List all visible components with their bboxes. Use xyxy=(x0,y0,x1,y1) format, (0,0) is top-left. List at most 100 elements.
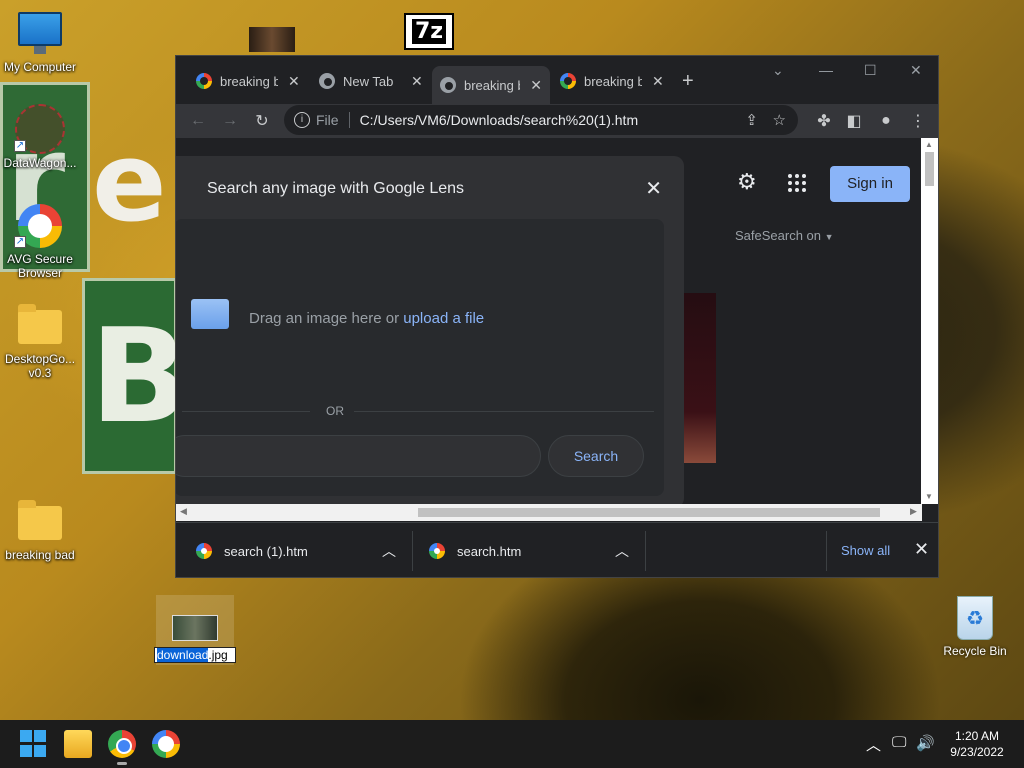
scrollbar-thumb[interactable] xyxy=(418,508,880,517)
desktop-icon-my-computer[interactable]: My Computer xyxy=(0,12,80,74)
settings-gear-icon[interactable]: ⚙ xyxy=(737,171,759,193)
chrome-file-icon xyxy=(196,543,212,559)
rename-selection: download xyxy=(157,648,209,662)
image-link-input[interactable] xyxy=(176,435,541,477)
shortcut-arrow-icon: ↗ xyxy=(14,236,26,248)
desktop-icon-breaking-bad[interactable]: breaking bad xyxy=(0,500,80,562)
image-placeholder-icon xyxy=(191,299,229,329)
scroll-up-icon[interactable]: ▲ xyxy=(925,140,933,149)
upload-file-link[interactable]: upload a file xyxy=(403,310,484,327)
address-scheme: File xyxy=(316,112,350,128)
side-panel-icon[interactable]: ◧ xyxy=(838,111,870,131)
close-icon[interactable]: ✕ xyxy=(652,73,664,90)
download-filename: search.htm xyxy=(457,543,522,559)
share-icon[interactable]: ⇪ xyxy=(745,111,758,129)
tab-3-active[interactable]: breaking b ✕ xyxy=(432,66,550,104)
desktop-icon-datawagon[interactable]: ↗ DataWagon... xyxy=(0,104,80,170)
info-icon[interactable]: i xyxy=(294,112,310,128)
tab-title: breaking b xyxy=(584,73,642,89)
desktop-icon-recycle-bin[interactable]: ♻ Recycle Bin xyxy=(940,596,1010,658)
shortcut-arrow-icon: ↗ xyxy=(14,140,26,152)
monitor-icon xyxy=(18,12,62,54)
forward-button[interactable]: → xyxy=(214,112,246,130)
desktop-icon-7zip[interactable]: 7z xyxy=(404,13,454,50)
safesearch-toggle[interactable]: SafeSearch on ▼ xyxy=(735,228,834,243)
file-explorer-icon[interactable] xyxy=(64,730,92,758)
horizontal-scrollbar[interactable]: ◀ ▶ xyxy=(176,504,922,521)
chrome-icon[interactable] xyxy=(108,730,136,758)
download-bar: search (1).htm ︿ search.htm ︿ Show all ✕ xyxy=(176,522,938,577)
close-icon[interactable]: ✕ xyxy=(914,539,929,560)
back-button[interactable]: ← xyxy=(182,112,214,130)
sign-in-button[interactable]: Sign in xyxy=(830,166,910,202)
address-bar[interactable]: i File C:/Users/VM6/Downloads/search%20(… xyxy=(284,105,798,135)
start-button[interactable] xyxy=(20,730,48,758)
running-indicator xyxy=(117,762,127,765)
chevron-up-icon[interactable]: ︿ xyxy=(615,541,629,561)
menu-icon[interactable]: ⋮ xyxy=(902,111,934,131)
close-icon[interactable]: ✕ xyxy=(411,73,423,90)
scroll-right-icon[interactable]: ▶ xyxy=(910,506,917,517)
tab-title: New Tab xyxy=(343,73,394,89)
tab-2[interactable]: New Tab ✕ xyxy=(311,66,431,96)
or-separator: OR xyxy=(326,404,344,418)
close-icon[interactable]: ✕ xyxy=(645,176,662,201)
tab-search-icon[interactable]: ⌄ xyxy=(772,62,784,79)
bookmark-star-icon[interactable]: ☆ xyxy=(773,111,786,129)
download-item[interactable]: search (1).htm xyxy=(196,523,308,577)
extensions-icon[interactable]: ✤ xyxy=(808,111,840,131)
network-icon[interactable]: 🖵 xyxy=(892,734,906,751)
chrome-icon xyxy=(319,73,335,89)
google-lens-dialog: Search any image with Google Lens ✕ Drag… xyxy=(176,156,684,508)
rename-input[interactable]: download.jpg xyxy=(154,647,236,663)
drag-text: Drag an image here or xyxy=(249,310,404,327)
safesearch-label: SafeSearch on xyxy=(735,228,822,243)
search-button[interactable]: Search xyxy=(548,435,644,477)
download-filename: search (1).htm xyxy=(224,543,308,559)
volume-icon[interactable]: 🔊 xyxy=(916,734,935,752)
download-item[interactable]: search.htm xyxy=(429,523,522,577)
close-icon[interactable]: ✕ xyxy=(288,73,300,90)
avg-browser-icon[interactable] xyxy=(152,730,180,758)
tab-4[interactable]: breaking b ✕ xyxy=(552,66,672,96)
google-icon xyxy=(196,73,212,89)
scroll-down-icon[interactable]: ▼ xyxy=(925,492,933,501)
close-window-button[interactable]: ✕ xyxy=(910,62,922,79)
folder-icon xyxy=(18,500,62,540)
taskbar: ︿ 🖵 🔊 1:20 AM 9/23/2022 xyxy=(0,720,1024,768)
tab-strip: breaking b ✕ New Tab ✕ breaking b ✕ brea… xyxy=(176,56,938,104)
wallpaper-letter-e: e xyxy=(92,118,167,246)
divider xyxy=(645,531,646,571)
divider xyxy=(354,411,654,412)
desktop-icon-label: AVG Secure Browser xyxy=(7,252,73,280)
google-icon xyxy=(560,73,576,89)
close-icon[interactable]: ✕ xyxy=(530,77,542,94)
apps-grid-icon[interactable] xyxy=(788,174,806,192)
scrollbar-thumb[interactable] xyxy=(925,152,934,186)
tab-1[interactable]: breaking b ✕ xyxy=(188,66,308,96)
divider xyxy=(182,411,310,412)
desktop-icon-label: My Computer xyxy=(3,60,77,74)
minimize-button[interactable]: — xyxy=(819,62,833,78)
system-clock[interactable]: 1:20 AM 9/23/2022 xyxy=(940,728,1014,760)
result-image-fragment xyxy=(684,293,716,463)
new-tab-button[interactable]: + xyxy=(682,70,694,93)
vertical-scrollbar[interactable]: ▲ ▼ xyxy=(921,138,938,504)
browser-window: breaking b ✕ New Tab ✕ breaking b ✕ brea… xyxy=(175,55,939,578)
desktop-icon-avg-secure-browser[interactable]: ↗ AVG Secure Browser xyxy=(0,204,80,280)
chevron-up-icon[interactable]: ︿ xyxy=(382,541,396,561)
caret-down-icon: ▼ xyxy=(824,232,834,242)
maximize-button[interactable]: ☐ xyxy=(864,62,877,79)
folder-icon xyxy=(18,304,62,344)
desktop-image-thumbnail[interactable] xyxy=(249,27,295,52)
desktop-icon-label: DesktopGo... v0.3 xyxy=(5,352,76,380)
image-thumbnail-icon xyxy=(172,615,218,641)
scroll-left-icon[interactable]: ◀ xyxy=(180,506,187,517)
desktop-icon-desktopgo[interactable]: DesktopGo... v0.3 xyxy=(0,304,80,380)
profile-icon[interactable]: ● xyxy=(870,112,902,130)
image-drop-zone[interactable]: Drag an image here or upload a file OR S… xyxy=(176,219,664,496)
chevron-up-icon[interactable]: ︿ xyxy=(866,734,881,755)
rename-extension: .jpg xyxy=(208,648,228,662)
show-all-button[interactable]: Show all xyxy=(841,543,890,558)
reload-button[interactable]: ↻ xyxy=(246,111,278,131)
